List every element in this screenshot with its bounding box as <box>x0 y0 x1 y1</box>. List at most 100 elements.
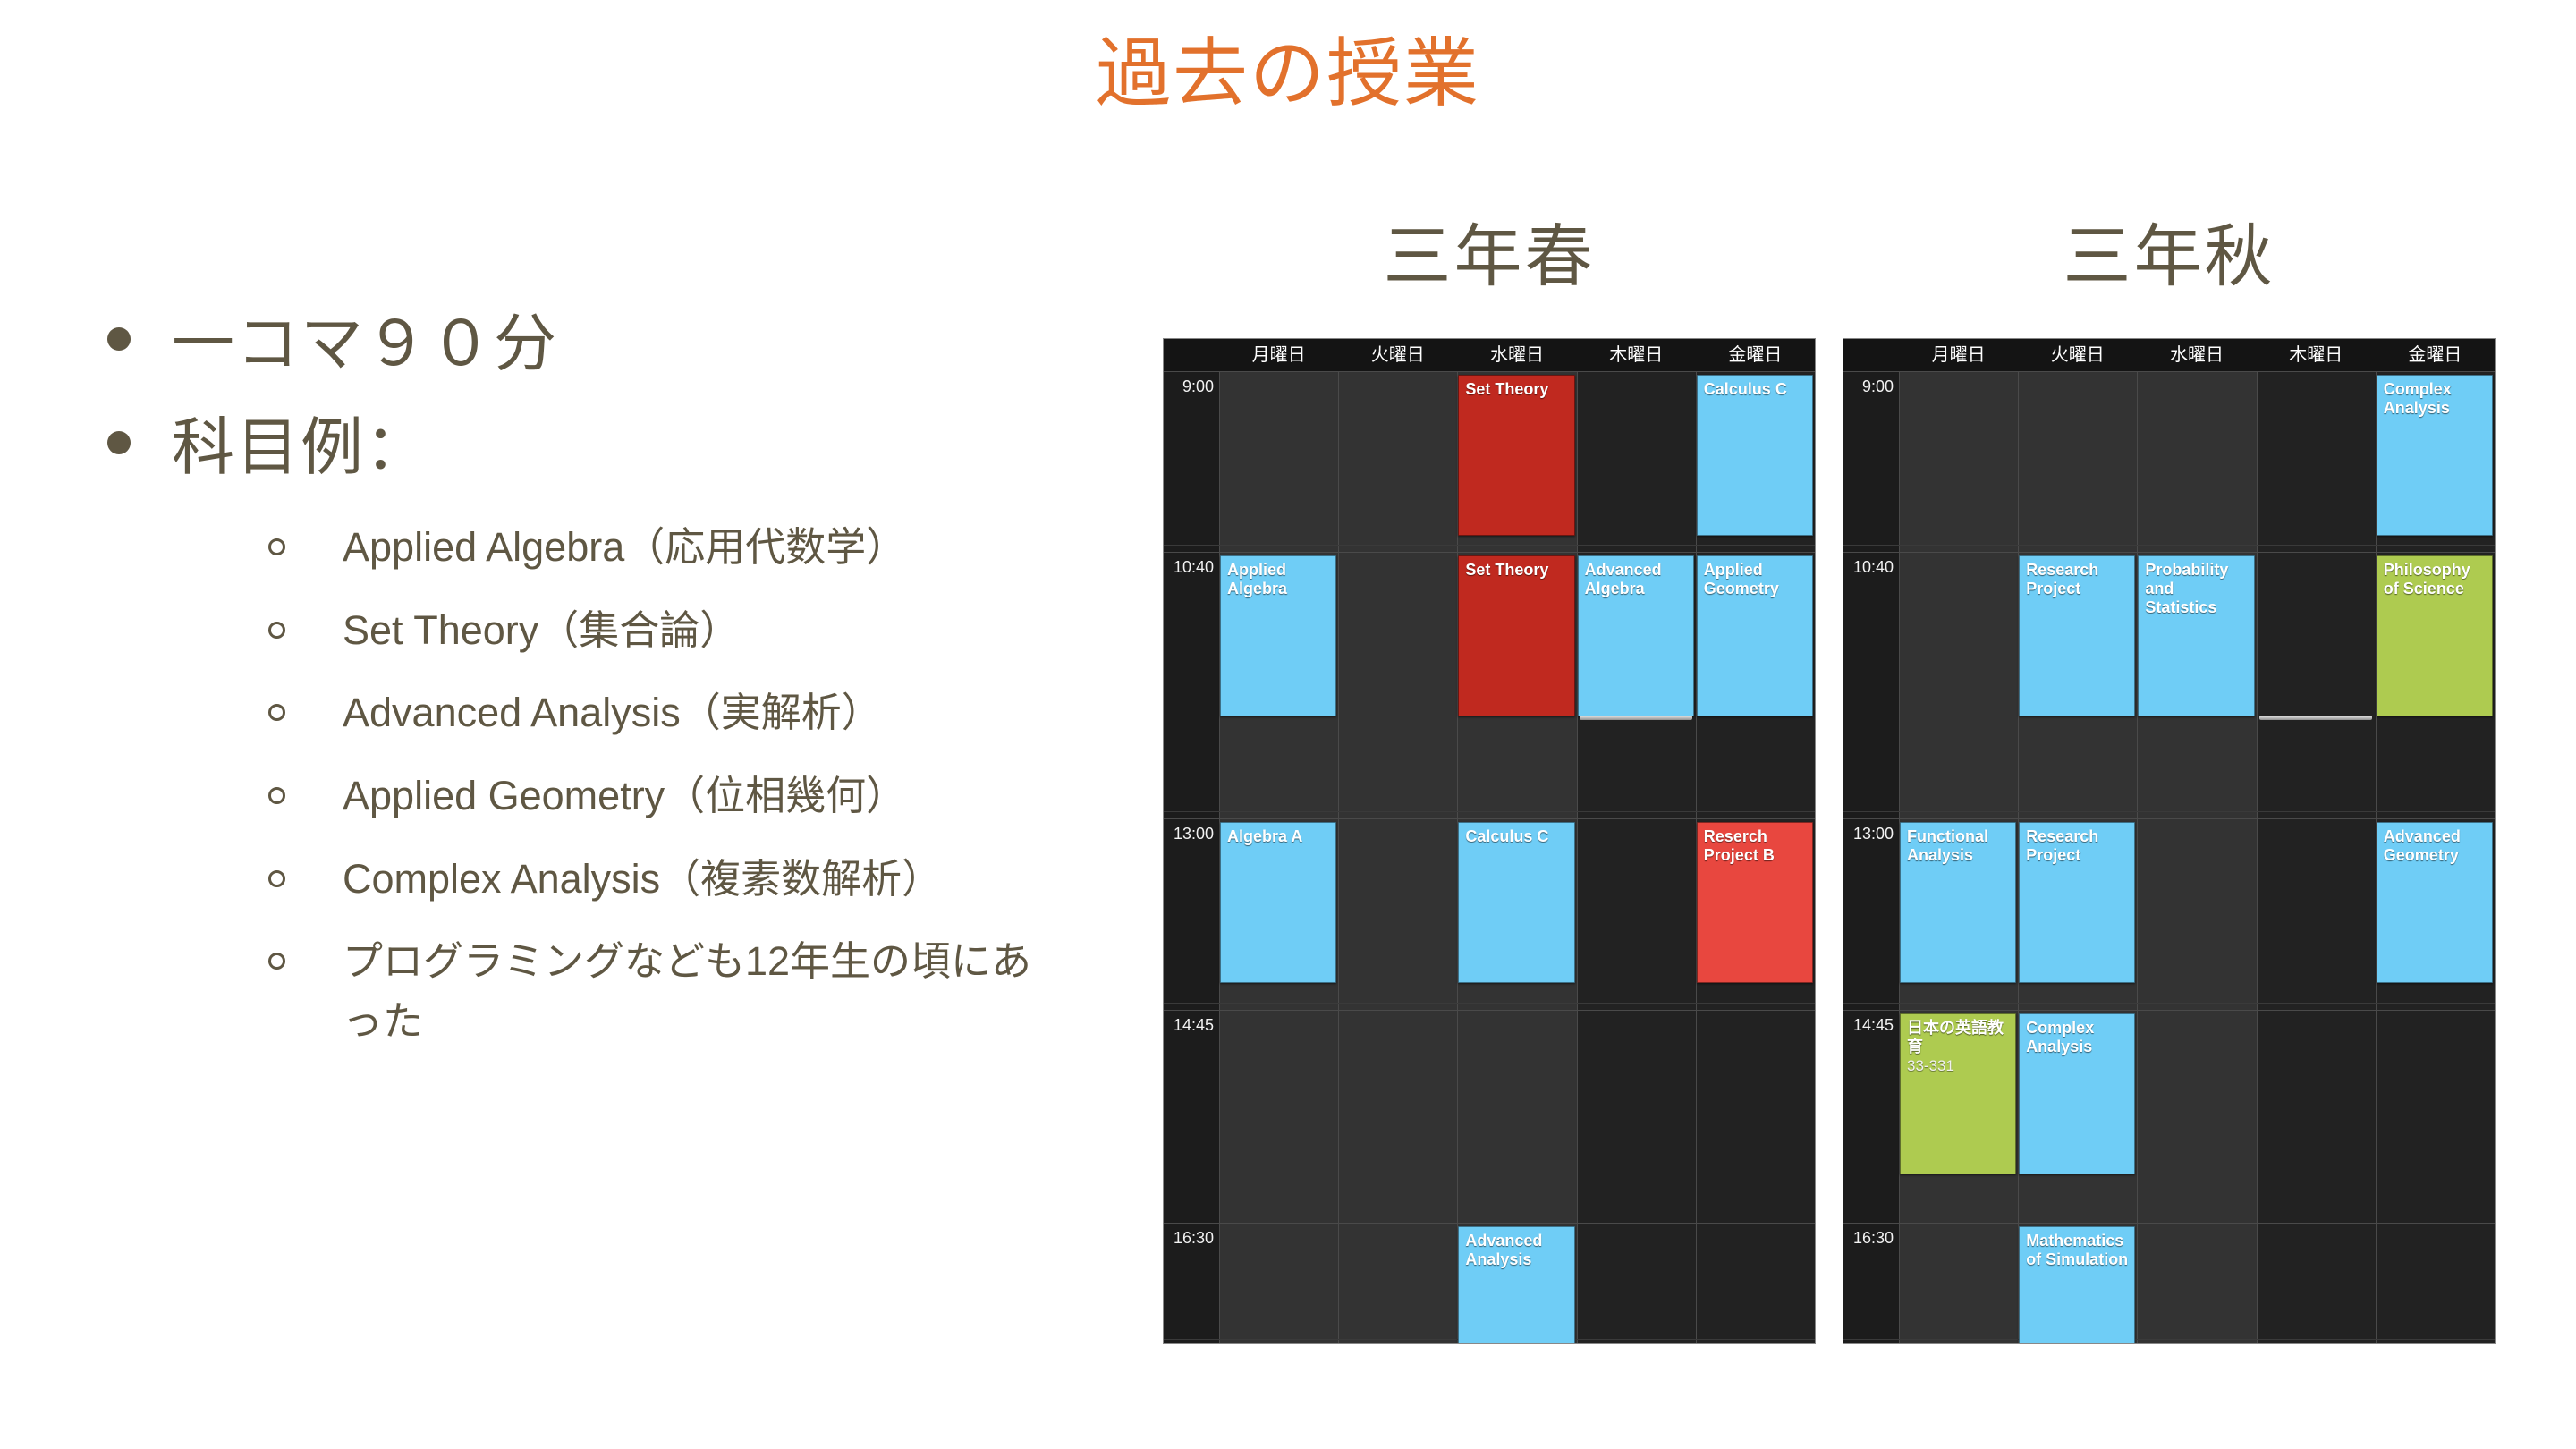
calendar-hour-line <box>1164 1223 1815 1224</box>
list-item-label: Advanced Analysis（実解析） <box>343 690 882 736</box>
calendar-day-column-2[interactable] <box>2137 371 2257 1343</box>
calendar-event[interactable]: Philosophy of Science <box>2376 555 2493 716</box>
event-resize-handle[interactable] <box>1579 716 1692 720</box>
calendar-event-title: Philosophy of Science <box>2383 561 2470 598</box>
list-item: Complex Analysis（複素数解析） <box>268 850 1118 910</box>
sub-bullet-circle-icon <box>268 621 285 639</box>
calendar-event[interactable]: Calculus C <box>1696 375 1813 536</box>
list-item: Advanced Analysis（実解析） <box>268 683 1118 743</box>
calendar-hour-line <box>1164 371 1815 372</box>
calendar-event[interactable]: Reserch Project B <box>1696 822 1813 983</box>
calendar-event[interactable]: Calculus C <box>1458 822 1575 983</box>
calendar-hour-line <box>1164 1010 1815 1011</box>
bullet-label: 科目例： <box>172 411 429 482</box>
calendar-day-column-1[interactable] <box>1338 371 1458 1343</box>
calendar-day-header-3: 木曜日 <box>2289 345 2343 365</box>
list-item-label: Complex Analysis（複素数解析） <box>343 855 943 902</box>
calendar-event-title: 日本の英語教育 <box>1907 1019 2004 1056</box>
calendar-title-spring: 三年春 <box>1383 219 1596 295</box>
calendar-day-header-3: 木曜日 <box>1609 345 1664 365</box>
calendar-hour-line <box>1843 1010 2495 1011</box>
calendar-event-title: Mathematics of Simulation <box>2026 1232 2129 1269</box>
calendar-hour-line <box>1843 552 2495 553</box>
calendar-event-title: Applied Geometry <box>1703 561 1779 598</box>
calendar-event[interactable]: Complex Analysis <box>2019 1013 2136 1174</box>
bullet-dot-icon <box>107 327 131 351</box>
calendar-event[interactable]: Probability and Statistics <box>2138 555 2255 716</box>
sub-bullet-circle-icon <box>268 538 285 556</box>
list-item: プログラミングなども12年生の頃にあった <box>268 932 1118 1051</box>
calendar-event-title: Set Theory <box>1465 380 1549 398</box>
calendar-spring[interactable]: 月曜日 火曜日 水曜日 木曜日 金曜日 9:00 10:40 13:00 14:45 16:30 S… <box>1163 338 1816 1344</box>
calendar-fall[interactable]: 月曜日 火曜日 水曜日 木曜日 金曜日 9:00 10:40 13:00 14:45 16:30 C… <box>1843 338 2496 1344</box>
calendar-event[interactable]: Algebra A <box>1220 822 1337 983</box>
calendar-event-title: Calculus C <box>1465 827 1549 845</box>
calendar-day-header-0: 月曜日 <box>1251 345 1306 365</box>
calendar-event-title: Probability and Statistics <box>2145 561 2229 617</box>
calendar-half-hour-line <box>1164 811 1815 812</box>
list-item: Set Theory（集合論） <box>268 601 1118 661</box>
calendar-event-title: Set Theory <box>1465 561 1549 579</box>
calendar-day-column-3[interactable] <box>1576 371 1696 1343</box>
sub-bullet-circle-icon <box>268 704 285 722</box>
calendar-day-header-2: 水曜日 <box>2170 345 2224 365</box>
list-item-label: プログラミングなども12年生の頃にあった <box>343 938 1032 1044</box>
calendar-event-title: Research Project <box>2026 827 2099 865</box>
calendar-day-header-4: 金曜日 <box>1728 345 1783 365</box>
calendar-event-title: Complex Analysis <box>2383 380 2452 418</box>
time-label-3: 14:45 <box>1852 1016 1894 1034</box>
time-label-0: 9:00 <box>1182 377 1214 395</box>
time-label-1: 10:40 <box>1852 558 1894 576</box>
calendar-event[interactable]: Set Theory <box>1458 555 1575 716</box>
calendar-half-hour-line <box>1843 1339 2495 1340</box>
calendar-hour-line <box>1843 818 2495 819</box>
calendar-event-title: Applied Algebra <box>1227 561 1288 598</box>
calendar-event[interactable]: Advanced Geometry <box>2376 822 2493 983</box>
calendar-grid[interactable]: 9:00 10:40 13:00 14:45 16:30 Set Theory Calcul… <box>1164 371 1815 1343</box>
time-label-0: 9:00 <box>1861 377 1894 395</box>
bullet-content: 一コマ９０分 科目例： Applied Algebra（応用代数学） Set T… <box>107 304 1118 1074</box>
time-gutter-column <box>1164 371 1219 1343</box>
time-label-1: 10:40 <box>1173 558 1214 576</box>
time-label-4: 16:30 <box>1852 1229 1894 1247</box>
calendar-event[interactable]: Research Project <box>2019 822 2136 983</box>
calendar-event[interactable]: Advanced Algebra <box>1577 555 1694 716</box>
calendar-header-row: 月曜日 火曜日 水曜日 木曜日 金曜日 <box>1164 339 1815 371</box>
calendar-event[interactable]: Mathematics of Simulation <box>2019 1226 2136 1343</box>
calendar-day-header-2: 水曜日 <box>1490 345 1544 365</box>
subject-example-list: Applied Algebra（応用代数学） Set Theory（集合論） A… <box>268 518 1118 1051</box>
calendar-grid[interactable]: 9:00 10:40 13:00 14:45 16:30 Complex Analysis… <box>1843 371 2495 1343</box>
calendar-event[interactable]: 日本の英語教育 33-331 <box>1900 1013 2017 1174</box>
time-gutter-header <box>1164 339 1219 371</box>
calendar-half-hour-line <box>1164 545 1815 546</box>
sub-bullet-circle-icon <box>268 786 285 804</box>
calendar-event[interactable]: Set Theory <box>1458 375 1575 536</box>
calendar-event[interactable]: Functional Analysis <box>1900 822 2017 983</box>
calendar-event[interactable]: Applied Geometry <box>1696 555 1813 716</box>
calendar-day-header-4: 金曜日 <box>2408 345 2462 365</box>
sub-bullet-circle-icon <box>268 869 285 887</box>
calendar-day-column-3[interactable] <box>2256 371 2376 1343</box>
time-label-4: 16:30 <box>1173 1229 1214 1247</box>
calendar-event-title: Functional Analysis <box>1907 827 1988 865</box>
event-resize-handle[interactable] <box>2258 716 2372 720</box>
calendar-half-hour-line <box>1843 1003 2495 1004</box>
list-item-label: Set Theory（集合論） <box>343 606 741 653</box>
time-gutter-header <box>1843 339 1899 371</box>
list-item: Applied Geometry（位相幾何） <box>268 767 1118 826</box>
calendar-half-hour-line <box>1164 1003 1815 1004</box>
calendar-event-room: 33-331 <box>1907 1057 1954 1075</box>
calendar-event-title: Algebra A <box>1227 827 1303 845</box>
calendar-event[interactable]: Advanced Analysis <box>1458 1226 1575 1343</box>
bullet-label: 一コマ９０分 <box>172 309 558 378</box>
calendar-day-header-1: 火曜日 <box>2050 345 2105 365</box>
calendar-event[interactable]: Research Project <box>2019 555 2136 716</box>
bullet-item: 一コマ９０分 <box>107 304 1118 385</box>
calendar-header-row: 月曜日 火曜日 水曜日 木曜日 金曜日 <box>1843 339 2495 371</box>
time-label-2: 13:00 <box>1173 825 1214 843</box>
calendar-event-title: Research Project <box>2026 561 2099 598</box>
calendar-day-header-0: 月曜日 <box>1931 345 1986 365</box>
calendar-event[interactable]: Complex Analysis <box>2376 375 2493 536</box>
calendar-title-fall: 三年秋 <box>2063 219 2275 295</box>
calendar-event[interactable]: Applied Algebra <box>1220 555 1337 716</box>
